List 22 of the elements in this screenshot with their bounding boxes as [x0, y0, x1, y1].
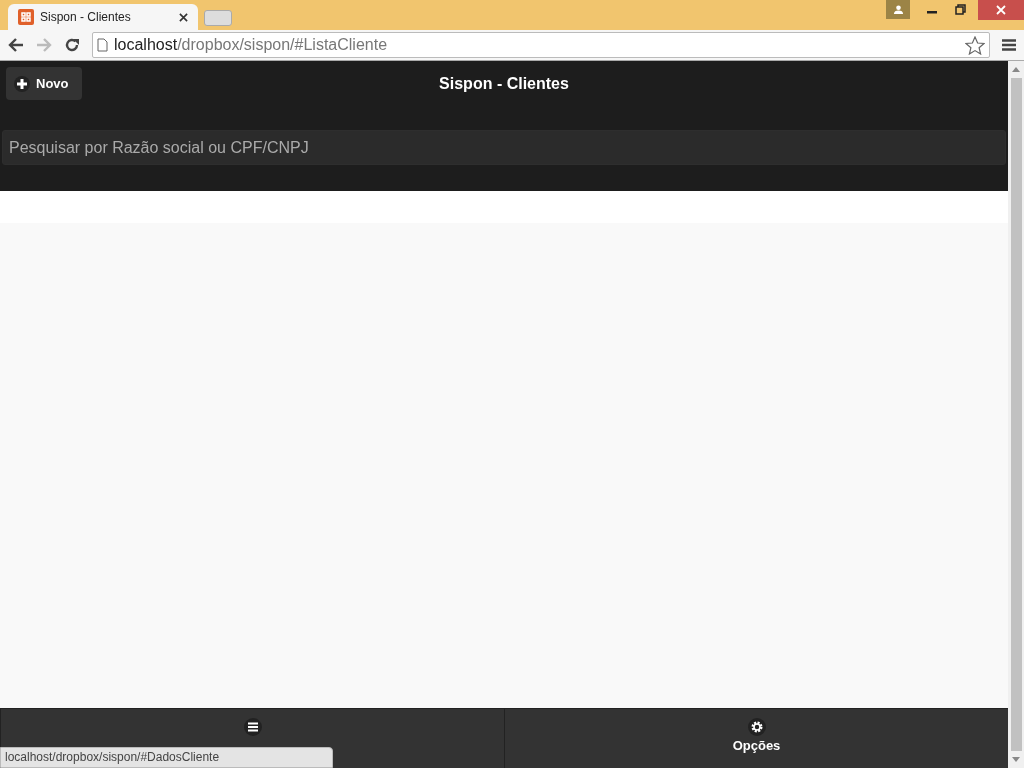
- app-logo-icon: [18, 9, 34, 25]
- close-icon[interactable]: [179, 12, 188, 22]
- back-icon[interactable]: [8, 38, 24, 52]
- search-field[interactable]: Pesquisar por Razão social ou CPF/CNPJ: [2, 130, 1006, 165]
- close-icon: [996, 5, 1006, 15]
- user-icon[interactable]: [886, 0, 910, 19]
- plus-icon: [14, 75, 30, 92]
- window-close-button[interactable]: [978, 0, 1024, 20]
- menu-icon: [243, 718, 262, 736]
- status-url: localhost/dropbox/sispon/#DadosCliente: [0, 747, 333, 768]
- reload-icon[interactable]: [64, 37, 80, 53]
- tab-title: Sispon - Clientes: [40, 10, 132, 24]
- new-button[interactable]: Novo: [6, 67, 82, 100]
- star-icon[interactable]: [965, 35, 985, 55]
- page-icon: [97, 38, 108, 52]
- browser-tab[interactable]: Sispon - Clientes: [8, 4, 198, 30]
- settings-icon: [747, 718, 766, 736]
- scrollbar[interactable]: [1008, 61, 1024, 768]
- page-title: Sispon - Clientes: [439, 74, 569, 93]
- menu-icon[interactable]: [1002, 39, 1016, 51]
- address-bar[interactable]: localhost/dropbox/sispon/#ListaCliente: [92, 32, 990, 58]
- url-text: localhost/dropbox/sispon/#ListaCliente: [114, 36, 389, 54]
